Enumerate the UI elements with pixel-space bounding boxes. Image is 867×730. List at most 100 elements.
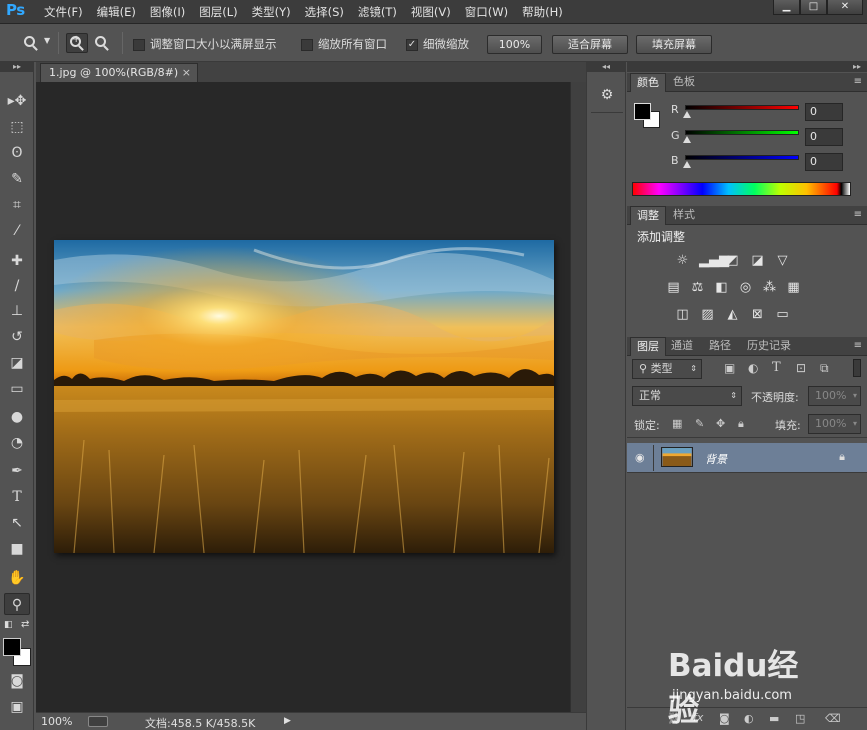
- default-colors-icon[interactable]: ◧: [4, 620, 13, 630]
- fill-screen-button[interactable]: 填充屏幕: [636, 35, 712, 54]
- vertical-scrollbar[interactable]: [570, 82, 586, 712]
- lock-all-icon[interactable]: 🔒︎: [738, 417, 744, 431]
- document-tab[interactable]: 1.jpg @ 100%(RGB/8#) ×: [40, 63, 198, 82]
- screen-mode-icon[interactable]: ▣: [4, 696, 30, 718]
- type-filter-icon[interactable]: T: [772, 360, 781, 375]
- menu-view[interactable]: 视图(V): [411, 4, 451, 20]
- posterize-icon[interactable]: ▨: [699, 307, 716, 322]
- hand-tool-icon[interactable]: ✋: [4, 567, 30, 589]
- status-menu-arrow-icon[interactable]: ▶: [284, 716, 291, 726]
- lock-pixels-icon[interactable]: ✎: [695, 417, 704, 430]
- color-lookup-icon[interactable]: ▦: [785, 280, 802, 295]
- levels-icon[interactable]: ▂▄▆: [699, 253, 729, 268]
- close-button[interactable]: ✕: [827, 0, 863, 15]
- green-slider[interactable]: [685, 130, 799, 135]
- layer-filter-kind-select[interactable]: ⚲ 类型 ⇕: [632, 359, 702, 379]
- quick-mask-icon[interactable]: ◙: [4, 670, 30, 692]
- photo-filter-icon[interactable]: ◎: [737, 280, 754, 295]
- black-white-icon[interactable]: ◧: [713, 280, 730, 295]
- lock-transparency-icon[interactable]: ▦: [672, 417, 682, 430]
- healing-brush-tool-icon[interactable]: ✚: [4, 250, 30, 272]
- quick-select-tool-icon[interactable]: ✎: [4, 168, 30, 190]
- zoom-all-option[interactable]: 缩放所有窗口: [301, 36, 387, 52]
- green-slider-thumb[interactable]: [683, 136, 691, 143]
- tab-swatches[interactable]: 色板: [667, 73, 701, 92]
- tab-paths[interactable]: 路径: [703, 337, 737, 356]
- resize-windows-option[interactable]: 调整窗口大小以满屏显示: [133, 36, 277, 52]
- lasso-tool-icon[interactable]: ʘ: [4, 142, 30, 164]
- tab-adjustments[interactable]: 调整: [630, 206, 666, 225]
- panel-menu-icon[interactable]: ≡: [854, 340, 862, 351]
- tab-history[interactable]: 历史记录: [741, 337, 797, 356]
- tab-color[interactable]: 颜色: [630, 73, 666, 92]
- minimize-button[interactable]: ▁: [773, 0, 800, 15]
- actual-pixels-button[interactable]: 100%: [487, 35, 542, 54]
- layer-name[interactable]: 背景: [705, 451, 727, 467]
- zoom-in-icon[interactable]: +: [66, 33, 88, 53]
- pen-tool-icon[interactable]: ✒: [4, 460, 30, 482]
- menu-help[interactable]: 帮助(H): [522, 4, 563, 20]
- green-value-input[interactable]: 0: [805, 128, 843, 146]
- eye-icon[interactable]: ◉: [635, 451, 645, 464]
- red-slider-thumb[interactable]: [683, 111, 691, 118]
- menu-select[interactable]: 选择(S): [305, 4, 344, 20]
- history-brush-tool-icon[interactable]: ↺: [4, 326, 30, 348]
- eraser-tool-icon[interactable]: ◪: [4, 352, 30, 374]
- toolbar-collapse-handle[interactable]: ▸▸: [0, 62, 34, 72]
- opacity-input[interactable]: 100% ▾: [808, 386, 861, 406]
- dock-collapse-handle[interactable]: ◂◂: [587, 62, 625, 72]
- blue-value-input[interactable]: 0: [805, 153, 843, 171]
- blend-mode-select[interactable]: 正常 ⇕: [632, 386, 742, 406]
- crop-tool-icon[interactable]: ⌗: [4, 194, 30, 216]
- menu-window[interactable]: 窗口(W): [465, 4, 508, 20]
- foreground-swatch[interactable]: [634, 103, 651, 120]
- canvas-area[interactable]: [36, 82, 570, 712]
- menu-file[interactable]: 文件(F): [44, 4, 83, 20]
- shape-tool-icon[interactable]: ■: [4, 538, 30, 560]
- vibrance-icon[interactable]: ▽: [774, 253, 791, 268]
- dock-expand-handle[interactable]: ▸▸: [627, 62, 867, 72]
- tab-layers[interactable]: 图层: [630, 337, 666, 356]
- properties-panel-icon[interactable]: ⚙: [596, 84, 618, 106]
- selective-color-icon[interactable]: ⊠: [749, 307, 766, 322]
- dodge-tool-icon[interactable]: ◔: [4, 432, 30, 454]
- blur-tool-icon[interactable]: ●: [4, 406, 30, 428]
- brush-tool-icon[interactable]: /: [4, 275, 30, 297]
- menu-image[interactable]: 图像(I): [150, 4, 185, 20]
- eyedropper-tool-icon[interactable]: ⁄: [4, 220, 30, 242]
- clone-stamp-tool-icon[interactable]: ⊥: [4, 300, 30, 322]
- pixel-filter-icon[interactable]: ▣: [724, 361, 735, 375]
- zoom-tool-icon[interactable]: ⚲: [4, 593, 30, 615]
- menu-layer[interactable]: 图层(L): [199, 4, 237, 20]
- hue-saturation-icon[interactable]: ▤: [665, 280, 682, 295]
- zoom-out-icon[interactable]: [92, 33, 114, 53]
- color-balance-icon[interactable]: ⚖: [689, 280, 706, 295]
- close-tab-icon[interactable]: ×: [182, 64, 191, 81]
- menu-filter[interactable]: 滤镜(T): [358, 4, 397, 20]
- gradient-tool-icon[interactable]: ▭: [4, 378, 30, 400]
- channel-mixer-icon[interactable]: ⁂: [761, 280, 778, 295]
- blue-slider-thumb[interactable]: [683, 161, 691, 168]
- red-slider[interactable]: [685, 105, 799, 110]
- restore-button[interactable]: □: [800, 0, 827, 15]
- resize-windows-checkbox[interactable]: [133, 39, 145, 51]
- blue-slider[interactable]: [685, 155, 799, 160]
- type-tool-icon[interactable]: T: [4, 486, 30, 508]
- panel-menu-icon[interactable]: ≡: [854, 76, 862, 87]
- scrubby-zoom-option[interactable]: ✓ 细微缩放: [406, 36, 469, 52]
- red-value-input[interactable]: 0: [805, 103, 843, 121]
- threshold-icon[interactable]: ◭: [724, 307, 741, 322]
- swap-colors-icon[interactable]: ⇄: [21, 619, 29, 630]
- move-tool-icon[interactable]: ▸✥: [4, 90, 30, 112]
- gradient-map-icon[interactable]: ▭: [774, 307, 791, 322]
- panel-menu-icon[interactable]: ≡: [854, 209, 862, 220]
- filter-toggle[interactable]: [853, 359, 861, 377]
- exposure-icon[interactable]: ◪: [749, 253, 766, 268]
- shape-filter-icon[interactable]: ⊡: [796, 361, 806, 375]
- curves-icon[interactable]: ◩: [724, 253, 741, 268]
- invert-icon[interactable]: ◫: [674, 307, 691, 322]
- menu-edit[interactable]: 编辑(E): [97, 4, 136, 20]
- smart-object-filter-icon[interactable]: ⧉: [820, 361, 829, 376]
- adjustment-filter-icon[interactable]: ◐: [748, 361, 758, 375]
- color-spectrum-ramp[interactable]: [632, 182, 851, 196]
